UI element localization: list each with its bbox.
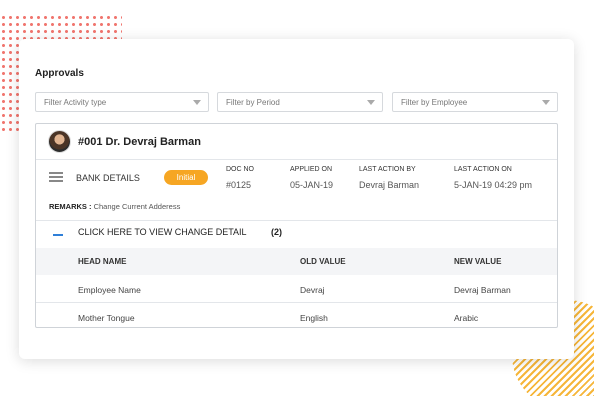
cell-old-value: English	[300, 313, 328, 323]
filter-employee-placeholder: Filter by Employee	[401, 98, 468, 107]
divider	[36, 220, 557, 221]
chevron-down-icon	[193, 100, 201, 105]
cell-head-name: Mother Tongue	[78, 313, 135, 323]
doc-no-value: #0125	[226, 180, 252, 190]
hamburger-menu-icon[interactable]	[49, 172, 63, 182]
divider	[36, 159, 557, 160]
filter-employee-select[interactable]: Filter by Employee	[392, 92, 558, 112]
applied-on-value: 05-JAN-19	[290, 180, 334, 190]
last-action-on-label: LAST ACTION ON	[454, 166, 512, 173]
collapse-icon[interactable]	[53, 234, 63, 236]
filter-period-select[interactable]: Filter by Period	[217, 92, 383, 112]
remarks: REMARKS : Change Current Adderess	[49, 202, 180, 211]
header-head-name: HEAD NAME	[78, 257, 127, 266]
cell-old-value: Devraj	[300, 285, 325, 295]
avatar	[48, 130, 71, 153]
header-new-value: NEW VALUE	[454, 257, 502, 266]
change-count: (2)	[271, 227, 282, 237]
cell-new-value: Arabic	[454, 313, 479, 323]
filter-period-placeholder: Filter by Period	[226, 98, 280, 107]
last-action-by-label: LAST ACTION BY	[359, 166, 416, 173]
section-name: BANK DETAILS	[76, 173, 140, 183]
table-row: Mother Tongue English Arabic	[36, 303, 557, 331]
status-badge: Initial	[164, 170, 208, 185]
filter-activity-type-placeholder: Filter Activity type	[44, 98, 107, 107]
approvals-card: Approvals Filter Activity type Filter by…	[19, 39, 574, 359]
employee-name: #001 Dr. Devraj Barman	[78, 136, 201, 148]
view-change-detail-link[interactable]: CLICK HERE TO VIEW CHANGE DETAIL	[78, 227, 247, 237]
stage: Approvals Filter Activity type Filter by…	[0, 0, 594, 396]
last-action-on-value: 5-JAN-19 04:29 pm	[454, 180, 533, 190]
chevron-down-icon	[542, 100, 550, 105]
doc-no-label: DOC NO	[226, 166, 254, 173]
cell-new-value: Devraj Barman	[454, 285, 511, 295]
filter-activity-type-select[interactable]: Filter Activity type	[35, 92, 209, 112]
page-title: Approvals	[35, 68, 84, 79]
remarks-value: Change Current Adderess	[93, 202, 181, 211]
approval-request-panel: #001 Dr. Devraj Barman BANK DETAILS Init…	[35, 123, 558, 328]
chevron-down-icon	[367, 100, 375, 105]
header-old-value: OLD VALUE	[300, 257, 346, 266]
table-row: Employee Name Devraj Devraj Barman	[36, 275, 557, 303]
cell-head-name: Employee Name	[78, 285, 141, 295]
table-header: HEAD NAME OLD VALUE NEW VALUE	[36, 248, 557, 275]
applied-on-label: APPLIED ON	[290, 166, 333, 173]
remarks-label: REMARKS :	[49, 202, 92, 211]
last-action-by-value: Devraj Barman	[359, 180, 420, 190]
